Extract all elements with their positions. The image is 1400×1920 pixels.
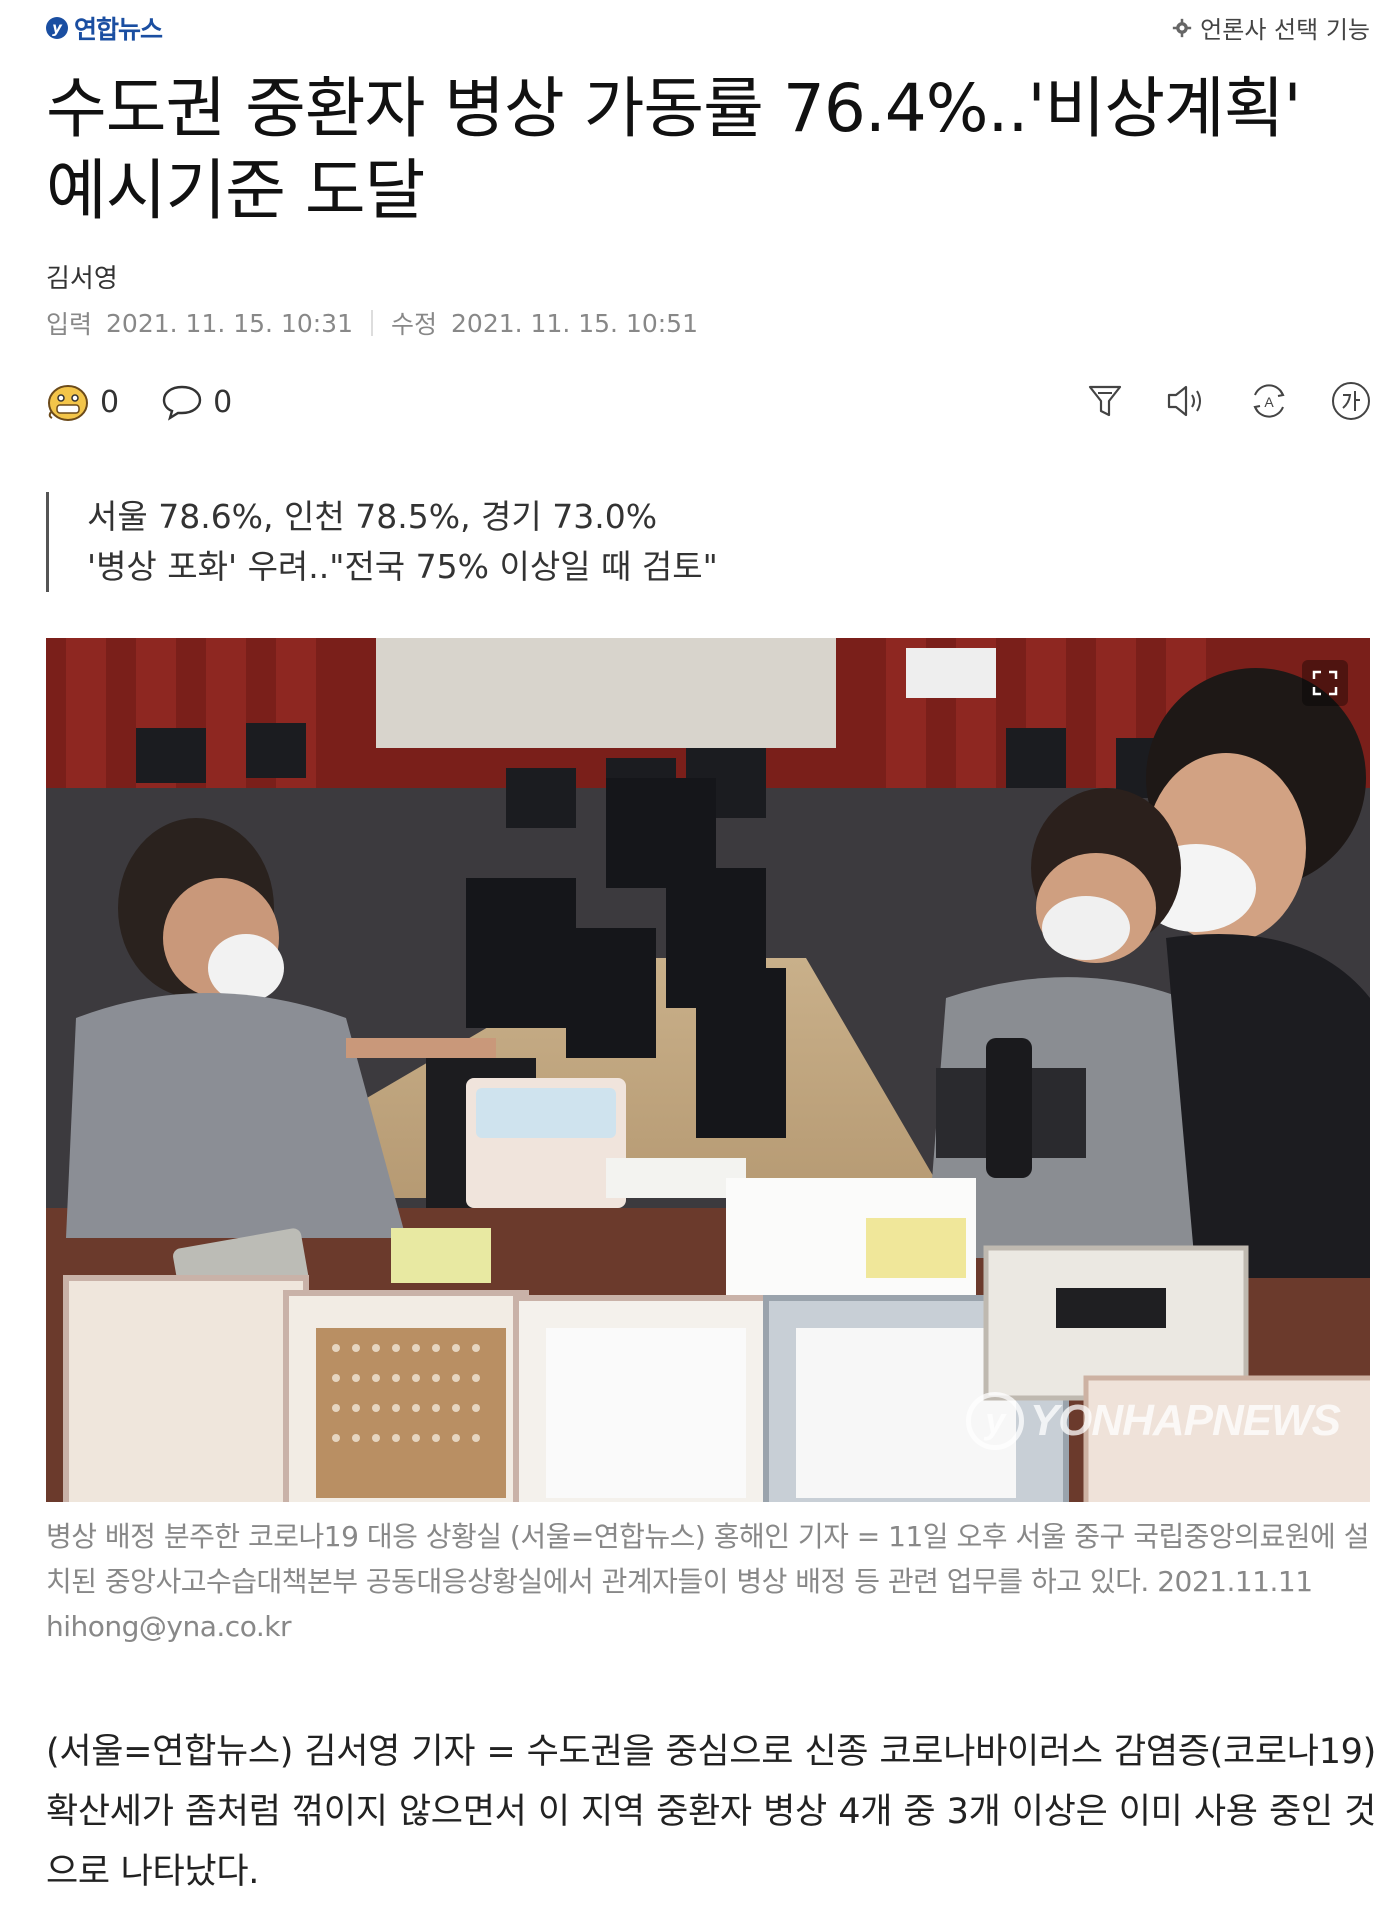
comment-count: 0	[213, 384, 233, 420]
translate-button[interactable]: A	[1246, 378, 1292, 424]
photo-watermark: y YONHAPNEWS	[965, 1392, 1341, 1450]
article-summary: 서울 78.6%, 인천 78.5%, 경기 73.0% '병상 포화' 우려.…	[46, 492, 718, 592]
published-label: 입력	[46, 310, 93, 339]
date-divider	[371, 310, 373, 336]
yonhap-logo-icon: y	[46, 17, 68, 39]
gear-icon	[1173, 18, 1192, 37]
summary-button[interactable]	[1082, 378, 1128, 424]
reaction-button[interactable]: 0	[46, 382, 119, 422]
summary-line: '병상 포화' 우려.."전국 75% 이상일 때 검토"	[87, 547, 718, 586]
press-select-button[interactable]: 언론사 선택 기능	[1172, 10, 1370, 45]
comment-bubble-icon	[162, 385, 202, 421]
article-photo[interactable]: y YONHAPNEWS	[46, 638, 1370, 1502]
modified-label: 수정	[391, 310, 438, 339]
press-select-label: 언론사 선택 기능	[1200, 16, 1370, 44]
expand-icon[interactable]	[1302, 660, 1348, 706]
comment-button[interactable]: 0	[161, 383, 232, 421]
top-bar: y 연합뉴스 언론사 선택 기능	[0, 0, 1400, 56]
summary-line: 서울 78.6%, 인천 78.5%, 경기 73.0%	[87, 497, 658, 536]
article-body-paragraph: (서울=연합뉴스) 김서영 기자 = 수도권을 중심으로 신종 코로나바이러스 …	[46, 1732, 1376, 1892]
press-logo[interactable]: y 연합뉴스	[46, 10, 163, 46]
translate-icon: A	[1253, 384, 1285, 418]
yonhap-watermark-icon: y	[965, 1392, 1024, 1450]
modified-time: 2021. 11. 15. 10:51	[451, 308, 698, 338]
watermark-text: YONHAPNEWS	[1029, 1396, 1341, 1445]
listen-button[interactable]	[1164, 378, 1210, 424]
article-author[interactable]: 김서영	[46, 258, 118, 295]
svg-text:A: A	[1264, 394, 1274, 410]
reaction-count: 0	[100, 384, 120, 420]
article-tools: A	[1082, 378, 1374, 424]
reaction-bar: 0 0	[46, 382, 260, 422]
article-dates: 입력 2021. 11. 15. 10:31 수정 2021. 11. 15. …	[46, 305, 698, 341]
font-size-icon	[1332, 382, 1370, 420]
published-time: 2021. 11. 15. 10:31	[106, 308, 353, 338]
speaker-icon	[1167, 385, 1201, 417]
font-size-button[interactable]	[1328, 378, 1374, 424]
press-name: 연합뉴스	[74, 15, 163, 44]
photo-illustration	[46, 638, 1370, 1502]
photo-caption: 병상 배정 분주한 코로나19 대응 상황실 (서울=연합뉴스) 홍해인 기자 …	[46, 1520, 1369, 1643]
article-headline: 수도권 중환자 병상 가동률 76.4%..'비상계획' 예시기준 도달	[46, 70, 1302, 229]
emoji-face-icon	[48, 385, 88, 421]
summary-filter-icon	[1088, 385, 1122, 417]
